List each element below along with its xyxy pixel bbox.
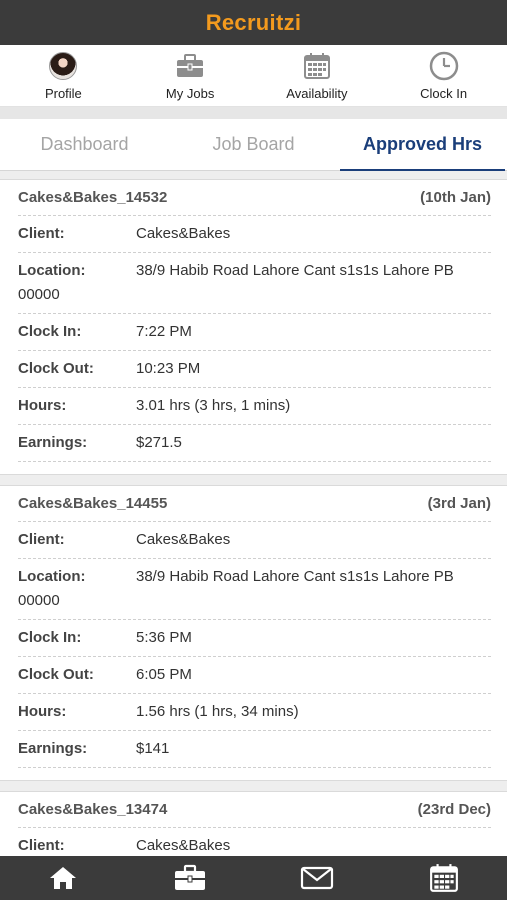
- app-title: Recruitzi: [205, 9, 302, 35]
- app-header: Recruitzi: [0, 0, 507, 45]
- clock-in-row: Clock In: 5:36 PM: [18, 620, 491, 657]
- earnings-row: Earnings: $271.5: [18, 425, 491, 462]
- hours-value: 3.01 hrs (3 hrs, 1 mins): [136, 397, 291, 414]
- clock-out-row: Clock Out: 6:05 PM: [18, 657, 491, 694]
- earnings-row: Earnings: $141: [18, 731, 491, 768]
- record-header: Cakes&Bakes_14532 (10th Jan): [18, 180, 491, 216]
- approved-hours-list[interactable]: Cakes&Bakes_14532 (10th Jan) Client: Cak…: [0, 171, 507, 856]
- earnings-value: $141: [136, 740, 170, 757]
- nav-clock-in[interactable]: Clock In: [380, 45, 507, 106]
- record-id: Cakes&Bakes_13474: [18, 801, 168, 818]
- hours-label: Hours:: [18, 397, 67, 414]
- tab-approved-hrs[interactable]: Approved Hrs: [338, 119, 507, 171]
- record-date: (10th Jan): [420, 189, 491, 206]
- calendar-button[interactable]: [380, 856, 507, 900]
- record-id: Cakes&Bakes_14532: [18, 189, 168, 206]
- client-row: Client: Cakes&Bakes: [18, 522, 491, 559]
- clock-icon: [429, 50, 459, 82]
- record-header: Cakes&Bakes_13474 (23rd Dec): [18, 792, 491, 828]
- client-row: Client: Cakes&Bakes: [18, 216, 491, 253]
- clock-out-value: 10:23 PM: [136, 360, 201, 377]
- jobs-button[interactable]: [127, 856, 254, 900]
- messages-button[interactable]: [254, 856, 381, 900]
- nav-profile[interactable]: Profile: [0, 45, 127, 106]
- clock-out-label: Clock Out:: [18, 360, 94, 377]
- nav-profile-label: Profile: [44, 86, 82, 101]
- client-label: Client:: [18, 225, 65, 242]
- divider: [0, 107, 507, 119]
- briefcase-icon: [175, 864, 206, 890]
- clock-out-value: 6:05 PM: [136, 666, 192, 683]
- client-value: Cakes&Bakes: [136, 837, 231, 854]
- hours-row: Hours: 1.56 hrs (1 hrs, 34 mins): [18, 694, 491, 731]
- location-label: Location:: [18, 262, 86, 279]
- record-card[interactable]: Cakes&Bakes_14532 (10th Jan) Client: Cak…: [0, 179, 507, 475]
- record-id: Cakes&Bakes_14455: [18, 495, 168, 512]
- briefcase-icon: [175, 50, 205, 82]
- client-value: Cakes&Bakes: [136, 225, 231, 242]
- earnings-value: $271.5: [136, 434, 182, 451]
- tab-job-board[interactable]: Job Board: [169, 119, 338, 170]
- record-card[interactable]: Cakes&Bakes_13474 (23rd Dec) Client: Cak…: [0, 791, 507, 856]
- nav-my-jobs-label: My Jobs: [165, 86, 215, 101]
- client-row: Client: Cakes&Bakes: [18, 828, 491, 856]
- client-label: Client:: [18, 837, 65, 854]
- nav-availability-label: Availability: [286, 86, 348, 101]
- home-button[interactable]: [0, 856, 127, 900]
- earnings-label: Earnings:: [18, 740, 88, 757]
- home-icon: [50, 867, 77, 889]
- earnings-label: Earnings:: [18, 434, 88, 451]
- clock-in-label: Clock In:: [18, 629, 82, 646]
- clock-in-value: 7:22 PM: [136, 323, 192, 340]
- client-value: Cakes&Bakes: [136, 531, 231, 548]
- avatar: [49, 52, 78, 80]
- record-date: (23rd Dec): [417, 801, 491, 818]
- hours-value: 1.56 hrs (1 hrs, 34 mins): [136, 703, 299, 720]
- hours-label: Hours:: [18, 703, 67, 720]
- clock-out-label: Clock Out:: [18, 666, 94, 683]
- envelope-icon: [300, 866, 333, 890]
- hours-row: Hours: 3.01 hrs (3 hrs, 1 mins): [18, 388, 491, 425]
- client-label: Client:: [18, 531, 65, 548]
- clock-in-value: 5:36 PM: [136, 629, 192, 646]
- location-row: Location: 38/9 Habib Road Lahore Cant s1s…: [18, 559, 491, 620]
- record-card[interactable]: Cakes&Bakes_14455 (3rd Jan) Client: Cake…: [0, 485, 507, 781]
- nav-clock-in-label: Clock In: [420, 86, 468, 101]
- location-label: Location:: [18, 568, 86, 585]
- calendar-icon: [429, 864, 458, 892]
- clock-in-row: Clock In: 7:22 PM: [18, 314, 491, 351]
- record-date: (3rd Jan): [427, 495, 491, 512]
- bottom-nav: [0, 856, 507, 900]
- tab-dashboard[interactable]: Dashboard: [0, 119, 169, 170]
- calendar-icon: [303, 50, 331, 82]
- clock-out-row: Clock Out: 10:23 PM: [18, 351, 491, 388]
- clock-in-label: Clock In:: [18, 323, 82, 340]
- nav-my-jobs[interactable]: My Jobs: [127, 45, 254, 106]
- nav-availability[interactable]: Availability: [254, 45, 381, 106]
- icon-nav: Profile My Jobs Availability Clock In: [0, 45, 507, 107]
- location-row: Location: 38/9 Habib Road Lahore Cant s1s…: [18, 253, 491, 314]
- tab-bar: Dashboard Job Board Approved Hrs: [0, 119, 507, 171]
- record-header: Cakes&Bakes_14455 (3rd Jan): [18, 486, 491, 522]
